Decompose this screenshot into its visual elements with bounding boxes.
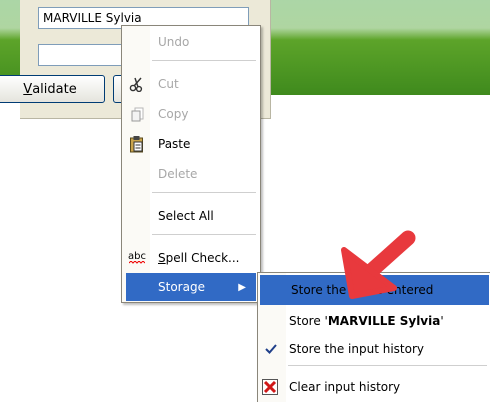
menu-item-label: Select All xyxy=(158,209,214,223)
validate-rest: alidate xyxy=(32,81,77,97)
menu-item-label: Storage xyxy=(158,280,205,294)
menu-item-label: Cut xyxy=(158,77,179,91)
menu-item-paste[interactable]: Paste xyxy=(122,130,260,158)
submenu-item-store-history[interactable]: Store the input history xyxy=(258,335,490,363)
submenu-item-label: Store the input history xyxy=(289,342,424,356)
menu-item-cut[interactable]: Cut xyxy=(122,70,260,98)
menu-item-delete[interactable]: Delete xyxy=(122,160,260,188)
spell-rest: pell Check... xyxy=(165,251,240,265)
menu-item-undo[interactable]: Undo xyxy=(122,28,260,56)
copy-icon xyxy=(128,105,146,123)
spell-mnemonic: S xyxy=(158,251,166,265)
menu-item-label: Spell Check... xyxy=(158,251,239,265)
menu-separator xyxy=(152,60,256,61)
label-bold: MARVILLE Sylvia xyxy=(327,314,441,328)
menu-item-storage[interactable]: Storage ▶ xyxy=(126,273,256,301)
submenu-arrow-icon: ▶ xyxy=(238,281,246,293)
menu-separator xyxy=(288,365,487,366)
menu-item-spell-check[interactable]: abc Spell Check... xyxy=(122,244,260,272)
menu-item-copy[interactable]: Copy xyxy=(122,100,260,128)
scissors-icon xyxy=(128,75,146,93)
submenu-item-clear-history[interactable]: Clear input history xyxy=(258,373,490,401)
validate-mnemonic: V xyxy=(23,81,33,97)
menu-item-label: Copy xyxy=(158,107,189,121)
paste-icon xyxy=(128,135,146,153)
menu-item-select-all[interactable]: Select All xyxy=(122,202,260,230)
submenu-item-store-name[interactable]: Store 'MARVILLE Sylvia' xyxy=(258,307,490,335)
menu-item-label: Undo xyxy=(158,35,190,49)
validate-button[interactable]: Validate xyxy=(0,75,105,103)
menu-item-label: Delete xyxy=(158,167,198,181)
label-suffix: ' xyxy=(440,314,444,328)
clear-icon xyxy=(261,378,279,396)
menu-separator xyxy=(152,192,256,193)
checkmark-icon xyxy=(262,340,280,358)
submenu-item-label: Clear input history xyxy=(289,380,401,394)
spellcheck-icon-text: abc xyxy=(128,250,146,262)
menu-separator xyxy=(152,234,256,235)
label-prefix: Store ' xyxy=(289,314,328,328)
menu-item-label: Paste xyxy=(158,137,191,151)
spellcheck-icon: abc xyxy=(128,249,146,267)
context-menu: Undo Cut Copy Paste Delete Select All ab… xyxy=(121,25,261,303)
submenu-item-label: Store 'MARVILLE Sylvia' xyxy=(289,314,444,328)
red-arrow-icon xyxy=(341,230,416,299)
